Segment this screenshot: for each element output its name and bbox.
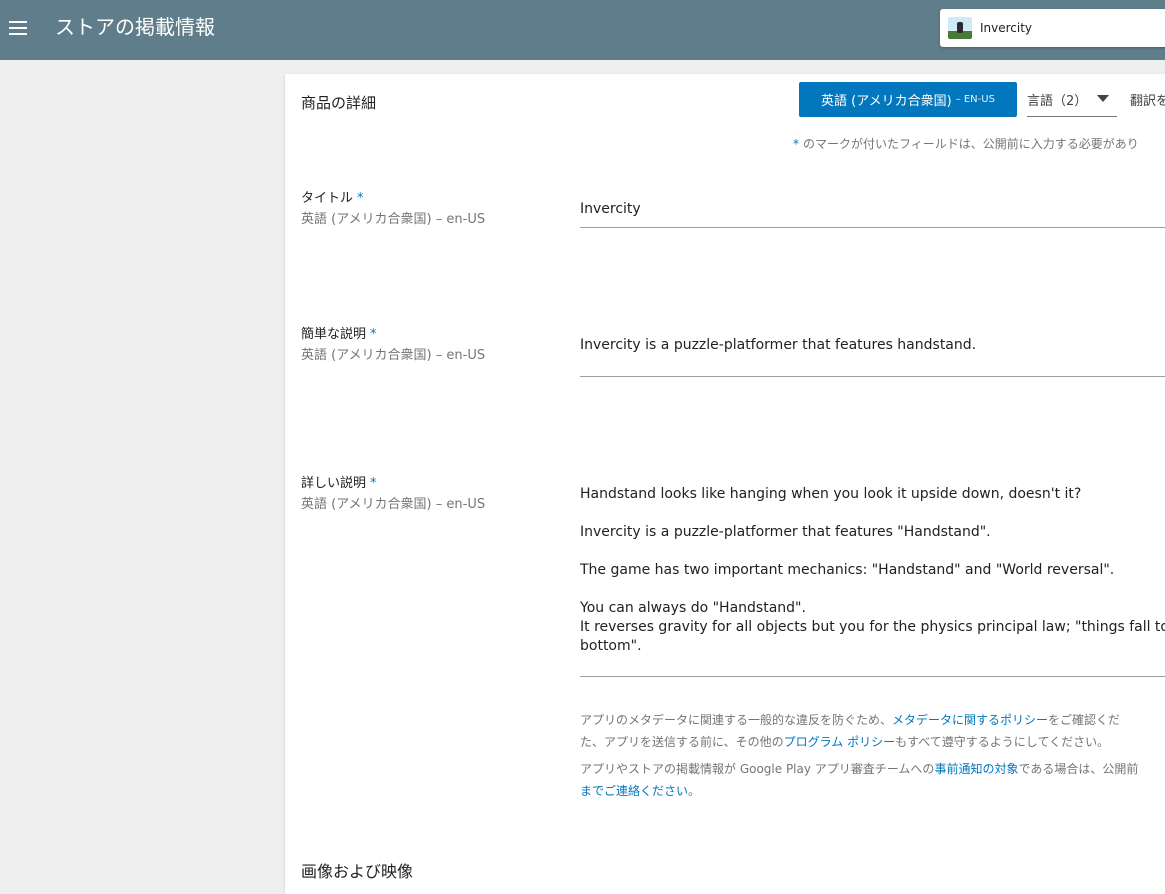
language-button-label: 英語 (アメリカ合衆国) — [821, 94, 952, 109]
description-line: Handstand looks like hanging when you lo… — [580, 486, 1082, 502]
required-fields-note: * のマークが付いたフィールドは、公開前に入力する必要があり — [793, 135, 1139, 152]
images-section-title: 画像および映像 — [301, 862, 414, 881]
full-description-textarea[interactable]: Handstand looks like hanging when you lo… — [580, 485, 1165, 677]
app-name: Invercity — [980, 21, 1033, 35]
short-description-locale: 英語 (アメリカ合衆国) – en-US — [301, 348, 486, 363]
title-input[interactable]: Invercity — [580, 200, 1165, 228]
short-description-label-text: 簡単な説明 — [301, 327, 367, 342]
languages-dropdown-label: 言語（2） — [1027, 94, 1088, 109]
card-title: 商品の詳細 — [301, 94, 377, 112]
metadata-policy-link[interactable]: メタデータに関するポリシー — [892, 713, 1048, 727]
languages-dropdown[interactable]: 言語（2） — [1027, 86, 1117, 117]
description-line: The game has two important mechanics: "H… — [580, 562, 1115, 578]
required-star: * — [357, 191, 364, 206]
description-line: It reverses gravity for all objects but … — [580, 619, 1165, 635]
full-description-label-text: 詳しい説明 — [301, 476, 367, 491]
short-description-value: Invercity is a puzzle-platformer that fe… — [580, 337, 977, 353]
title-input-value: Invercity — [580, 201, 641, 217]
short-description-label: 簡単な説明 * — [301, 323, 377, 342]
description-line: Invercity is a puzzle-platformer that fe… — [580, 524, 991, 540]
default-language-button[interactable]: 英語 (アメリカ合衆国) – EN-US — [799, 82, 1017, 117]
contact-us-link[interactable]: までご連絡ください — [580, 784, 688, 798]
app-selector[interactable]: Invercity — [940, 9, 1165, 47]
description-line: bottom". — [580, 638, 642, 654]
title-label-text: タイトル — [301, 191, 354, 206]
policy-text: アプリのメタデータに関連する一般的な違反を防ぐため、 — [580, 713, 893, 727]
dropdown-arrow-icon — [1097, 95, 1109, 102]
short-description-input[interactable]: Invercity is a puzzle-platformer that fe… — [580, 336, 1165, 377]
product-details-card: 商品の詳細 英語 (アメリカ合衆国) – EN-US 言語（2） 翻訳を * のマ… — [285, 74, 1165, 894]
description-line: You can always do "Handstand". — [580, 600, 806, 616]
required-star: * — [793, 137, 799, 151]
policy-text: 。 — [688, 784, 701, 798]
top-app-bar: ストアの掲載情報 Invercity — [0, 0, 1165, 60]
required-star: * — [370, 476, 377, 491]
policy-text: た、アプリを送信する前に、その他の — [580, 735, 784, 749]
policy-text: アプリやストアの掲載情報が Google Play アプリ審査チームへの — [580, 762, 935, 776]
metadata-policy-note: アプリのメタデータに関連する一般的な違反を防ぐため、メタデータに関するポリシーを… — [580, 709, 1165, 753]
advance-notice-link[interactable]: 事前通知の対象 — [934, 762, 1018, 776]
required-star: * — [370, 327, 377, 342]
required-note-text: のマークが付いたフィールドは、公開前に入力する必要があり — [803, 137, 1139, 151]
title-locale: 英語 (アメリカ合衆国) – en-US — [301, 212, 486, 227]
hamburger-menu-icon[interactable] — [2, 12, 34, 44]
page-title: ストアの掲載情報 — [55, 15, 215, 39]
translate-link[interactable]: 翻訳を — [1130, 90, 1165, 109]
app-thumbnail-icon — [948, 17, 972, 39]
full-description-locale: 英語 (アメリカ合衆国) – en-US — [301, 497, 486, 512]
review-notice-note: アプリやストアの掲載情報が Google Play アプリ審査チームへの事前通知… — [580, 758, 1165, 802]
policy-text: である場合は、公開前 — [1018, 762, 1139, 776]
policy-text: をご確認くだ — [1048, 713, 1121, 727]
language-button-code: – EN-US — [955, 94, 995, 105]
full-description-label: 詳しい説明 * — [301, 472, 377, 491]
title-field-label: タイトル * — [301, 187, 364, 206]
program-policy-link[interactable]: プログラム ポリシー — [784, 735, 895, 749]
policy-text: もすべて遵守するようにしてください。 — [895, 735, 1110, 749]
